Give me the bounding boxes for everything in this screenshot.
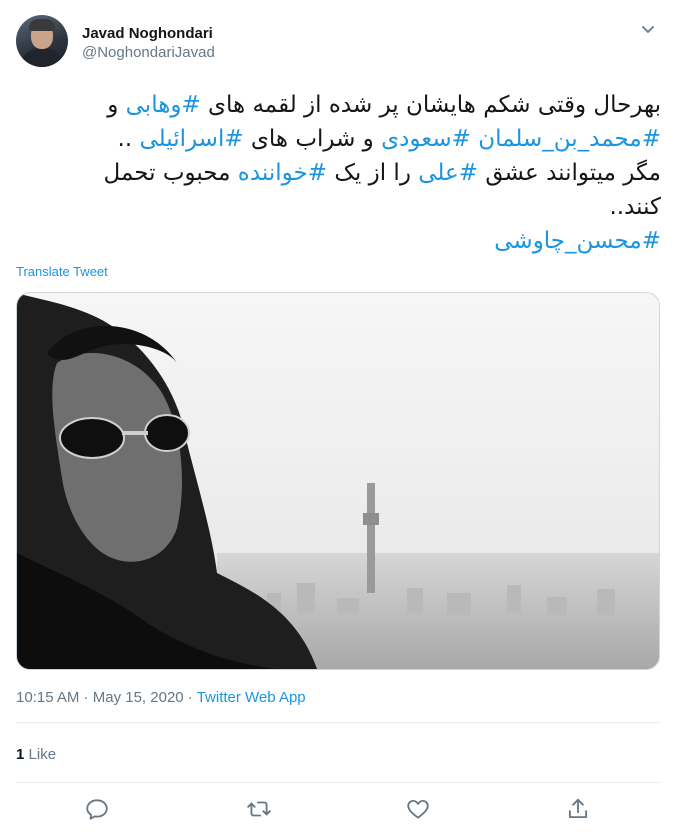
tweet-text: بهرحال وقتی شکم هایشان پر شده از لقمه ها…: [16, 88, 661, 258]
tweet-header: Javad Noghondari @NoghondariJavad: [16, 13, 661, 69]
tweet-date[interactable]: May 15, 2020: [93, 689, 184, 706]
retweet-icon[interactable]: [246, 796, 272, 822]
chevron-down-icon[interactable]: [637, 19, 659, 41]
translate-tweet-link[interactable]: Translate Tweet: [16, 264, 108, 279]
author-name[interactable]: Javad Noghondari: [82, 24, 213, 44]
hashtag-link[interactable]: #محمد_بن_سلمان: [478, 126, 661, 152]
hashtag-link[interactable]: #علی: [418, 160, 478, 186]
photo-illustration: [17, 293, 659, 669]
author-handle[interactable]: @NoghondariJavad: [82, 43, 215, 63]
tweet-line-4: کنند..: [609, 194, 661, 220]
tweet-actions: [0, 796, 677, 824]
hashtag-link[interactable]: #محسن_چاوشی: [494, 228, 661, 254]
avatar[interactable]: [16, 15, 68, 67]
hashtag-link[interactable]: #اسرائیلی: [139, 126, 243, 152]
share-icon[interactable]: [565, 796, 591, 822]
divider: [16, 722, 661, 723]
hashtag-link[interactable]: #خواننده: [238, 160, 327, 186]
tweet-line-2: #محمد_بن_سلمان #سعودی و شراب های #اسرائی…: [117, 126, 661, 152]
source-app-link[interactable]: Twitter Web App: [197, 689, 306, 706]
like-count[interactable]: 1 Like: [16, 746, 56, 763]
tweet-line-5: #محسن_چاوشی: [16, 224, 661, 258]
tweet-line-1: بهرحال وقتی شکم هایشان پر شده از لقمه ها…: [107, 92, 661, 118]
tweet-line-3: مگر میتوانند عشق #علی را از یک #خواننده …: [103, 160, 661, 186]
tweet-time[interactable]: 10:15 AM: [16, 689, 79, 706]
reply-icon[interactable]: [84, 796, 110, 822]
tweet-photo[interactable]: [16, 292, 660, 670]
hashtag-link[interactable]: #وهابی: [126, 92, 201, 118]
hashtag-link[interactable]: #سعودی: [381, 126, 471, 152]
tweet-meta: 10:15 AM · May 15, 2020 · Twitter Web Ap…: [16, 689, 306, 706]
like-icon[interactable]: [405, 796, 431, 822]
divider: [16, 782, 661, 783]
